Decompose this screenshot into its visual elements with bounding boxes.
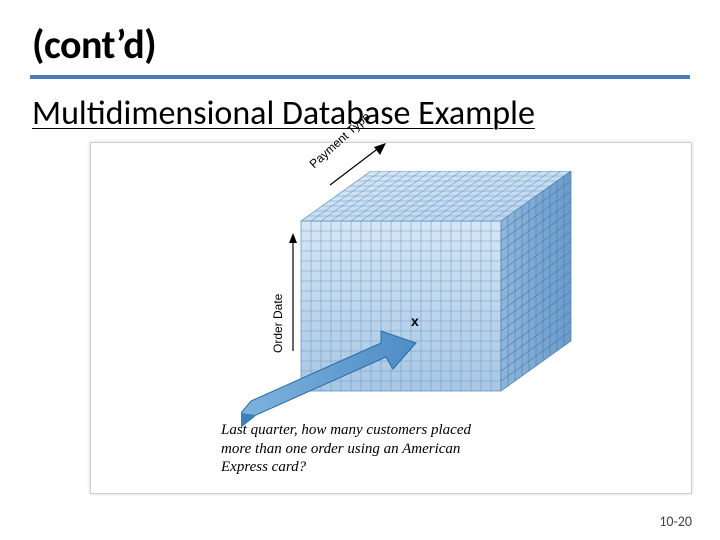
slide-title: (cont’d) — [32, 20, 690, 69]
figure-frame: Order Date Payment Type Customer — [90, 142, 692, 494]
query-arrow-icon — [241, 313, 431, 433]
query-caption: Last quarter, how many customers placed … — [221, 421, 481, 477]
slide: (cont’d) Multidimensional Database Examp… — [0, 0, 720, 540]
page-number: 10-20 — [659, 513, 692, 530]
title-underline — [30, 75, 690, 79]
